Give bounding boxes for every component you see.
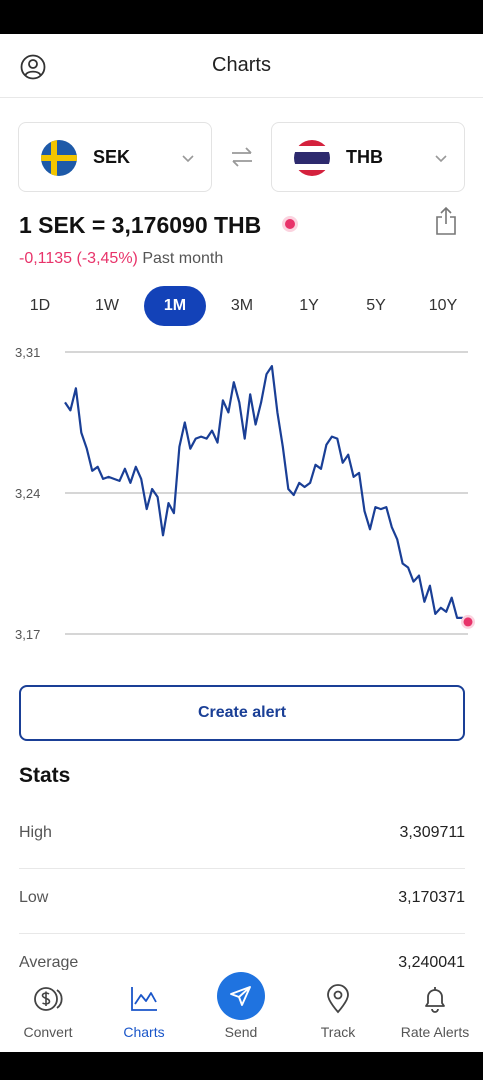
y-tick-label: 3,17	[15, 627, 40, 642]
stat-label: High	[19, 824, 52, 841]
period-tab-1y[interactable]: 1Y	[278, 286, 340, 326]
to-currency-code: THB	[346, 147, 383, 167]
rate-series-line	[64, 364, 469, 623]
line-chart-icon	[131, 987, 157, 1011]
create-alert-button[interactable]: Create alert	[19, 685, 465, 741]
bottom-nav: Convert Charts Send Track Rate Alerts	[0, 970, 483, 1052]
nav-track[interactable]: Track	[290, 970, 386, 1052]
bell-icon	[425, 987, 445, 1013]
from-currency-code: SEK	[93, 147, 131, 167]
period-tab-5y[interactable]: 5Y	[345, 286, 407, 326]
nav-label: Send	[224, 1024, 258, 1040]
nav-label: Charts	[123, 1024, 165, 1040]
y-tick-label: 3,24	[15, 486, 40, 501]
app-header: Charts	[0, 34, 483, 98]
exchange-rate: 1 SEK = 3,176090 THB	[19, 212, 262, 238]
change-period: Past month	[142, 250, 224, 267]
period-tab-3m[interactable]: 3M	[211, 286, 273, 326]
dollar-coins-icon	[34, 987, 63, 1011]
period-selector: 1D 1W 1M 3M 1Y 5Y 10Y	[0, 286, 483, 326]
thailand-flag-icon	[294, 140, 330, 176]
nav-rate-alerts[interactable]: Rate Alerts	[387, 970, 483, 1052]
from-currency-selector[interactable]: SEK	[18, 122, 212, 192]
chevron-down-icon	[435, 155, 447, 163]
rate-chart[interactable]: 3,31 3,24 3,17	[0, 334, 483, 654]
stat-row-low: Low 3,170371	[19, 869, 465, 934]
nav-label: Track	[320, 1024, 356, 1040]
period-tab-1m[interactable]: 1M	[144, 286, 206, 326]
nav-charts[interactable]: Charts	[96, 970, 192, 1052]
change-value: -0,1135 (-3,45%)	[19, 250, 138, 267]
stat-value: 3,170371	[398, 889, 465, 906]
stat-label: Low	[19, 889, 49, 906]
location-pin-icon	[327, 984, 349, 1014]
send-button[interactable]	[217, 972, 265, 1020]
send-icon	[230, 986, 251, 1006]
period-tab-10y[interactable]: 10Y	[412, 286, 474, 326]
rate-change: -0,1135 (-3,45%) Past month	[19, 250, 223, 268]
to-currency-selector[interactable]: THB	[271, 122, 465, 192]
nav-label: Convert	[23, 1024, 73, 1040]
share-icon[interactable]	[434, 206, 458, 236]
chevron-down-icon	[182, 155, 194, 163]
nav-send[interactable]: Send	[193, 970, 289, 1052]
live-indicator	[285, 219, 295, 229]
page-title: Charts	[212, 54, 271, 76]
swap-currencies-icon[interactable]	[229, 144, 255, 170]
stat-value: 3,309711	[399, 824, 465, 841]
stat-row-high: High 3,309711	[19, 804, 465, 869]
charts-screen: Charts SEK THB 1 SEK = 3,176090 THB -0,1…	[0, 34, 483, 1052]
sweden-flag-icon	[41, 140, 77, 176]
y-tick-label: 3,31	[15, 345, 40, 360]
stats-title: Stats	[19, 764, 71, 787]
nav-convert[interactable]: Convert	[0, 970, 96, 1052]
nav-label: Rate Alerts	[400, 1024, 470, 1040]
current-point-marker	[463, 617, 473, 627]
period-tab-1d[interactable]: 1D	[9, 286, 71, 326]
period-tab-1w[interactable]: 1W	[76, 286, 138, 326]
